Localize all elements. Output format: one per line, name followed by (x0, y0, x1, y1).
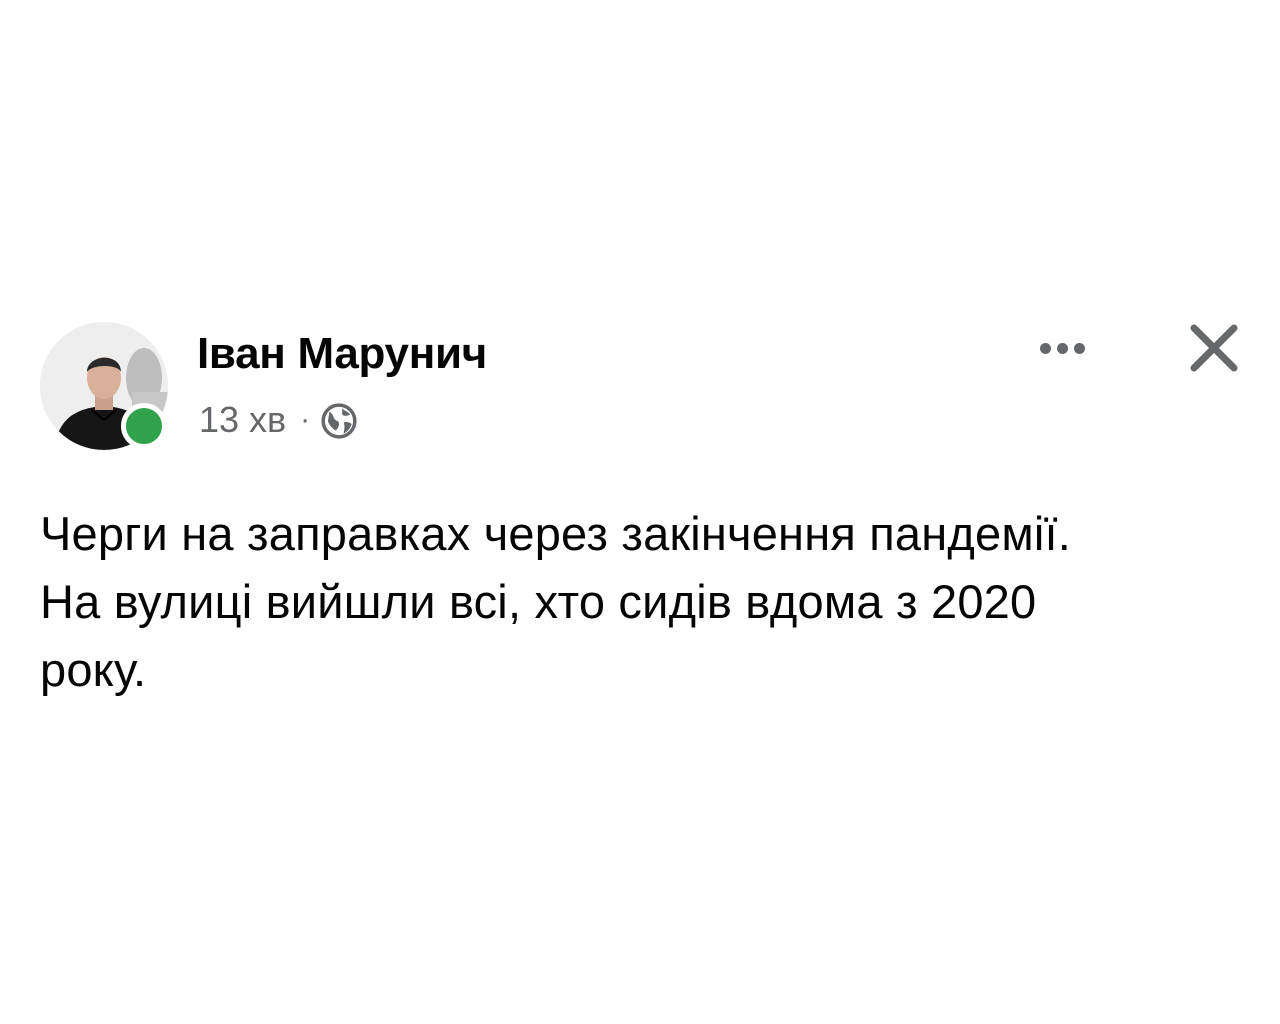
post-card: Іван Марунич 13 хв · Черги на заправках … (0, 0, 1280, 1024)
more-dot (1056, 342, 1068, 354)
post-message: Черги на заправках через закінчення панд… (40, 500, 1240, 704)
online-status-badge (121, 403, 167, 449)
more-options-button[interactable] (1030, 330, 1094, 366)
post-text-line: На вулиці вийшли всі, хто сидів вдома з … (40, 575, 1037, 628)
globe-icon[interactable] (320, 402, 358, 440)
more-dot (1073, 342, 1085, 354)
author-name[interactable]: Іван Марунич (197, 328, 487, 380)
post-text-line: Черги на заправках через закінчення панд… (40, 507, 1072, 560)
post-text-line: року. (40, 643, 147, 696)
close-button[interactable] (1182, 318, 1246, 382)
meta-separator: · (300, 403, 311, 436)
post-meta: 13 хв · (199, 396, 358, 444)
post-timestamp[interactable]: 13 хв (199, 396, 286, 444)
close-icon (1190, 324, 1238, 372)
more-horizontal-icon (1039, 342, 1051, 354)
